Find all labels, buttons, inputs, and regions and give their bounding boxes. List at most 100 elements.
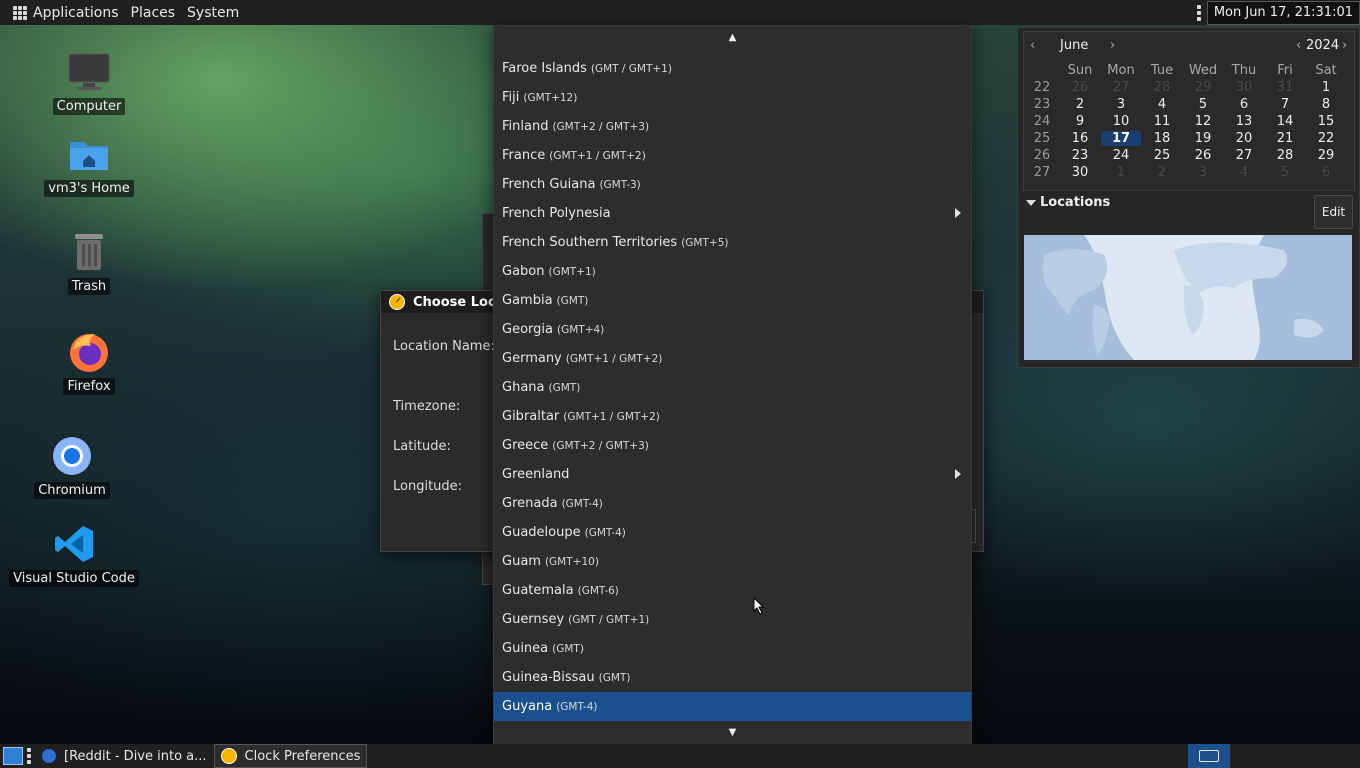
country-option[interactable]: Guam (GMT+10) bbox=[494, 547, 971, 576]
desktop-icon-home[interactable]: vm3's Home bbox=[34, 130, 144, 197]
calendar-day[interactable]: 13 bbox=[1224, 114, 1264, 129]
country-option[interactable]: Greece (GMT+2 / GMT+3) bbox=[494, 431, 971, 460]
submenu-arrow-icon bbox=[955, 208, 961, 218]
calendar-day[interactable]: 30 bbox=[1224, 80, 1264, 95]
scroll-down-arrow-icon[interactable]: ▼ bbox=[494, 720, 971, 744]
calendar-day[interactable]: 1 bbox=[1306, 80, 1346, 95]
calendar-day[interactable]: 15 bbox=[1306, 114, 1346, 129]
world-map bbox=[1024, 235, 1352, 360]
desktop-icon-vscode[interactable]: Visual Studio Code bbox=[9, 520, 139, 587]
workspace-switcher[interactable] bbox=[1188, 744, 1230, 768]
calendar-day[interactable]: 8 bbox=[1306, 97, 1346, 112]
calendar-day[interactable]: 28 bbox=[1265, 148, 1305, 163]
country-option[interactable]: Gambia (GMT) bbox=[494, 286, 971, 315]
top-panel: Applications Places System Mon Jun 17, 2… bbox=[0, 0, 1360, 25]
country-option[interactable]: Guyana (GMT-4) bbox=[494, 692, 971, 721]
calendar-day[interactable]: 17 bbox=[1101, 131, 1141, 146]
calendar-day[interactable]: 4 bbox=[1142, 97, 1182, 112]
calendar-day[interactable]: 3 bbox=[1101, 97, 1141, 112]
taskbar-item-clock-preferences[interactable]: Clock Preferences bbox=[213, 744, 368, 768]
calendar-day[interactable]: 27 bbox=[1224, 148, 1264, 163]
country-option[interactable]: Guadeloupe (GMT-4) bbox=[494, 518, 971, 547]
calendar-day[interactable]: 16 bbox=[1060, 131, 1100, 146]
desktop-icon-firefox[interactable]: Firefox bbox=[34, 328, 144, 395]
country-option[interactable]: Ghana (GMT) bbox=[494, 373, 971, 402]
calendar-day[interactable]: 23 bbox=[1060, 148, 1100, 163]
country-option[interactable]: Faroe Islands (GMT / GMT+1) bbox=[494, 54, 971, 83]
country-option[interactable]: Fiji (GMT+12) bbox=[494, 83, 971, 112]
desktop-icon-trash[interactable]: Trash bbox=[34, 228, 144, 295]
edit-locations-button[interactable]: Edit bbox=[1314, 195, 1353, 229]
calendar-day[interactable]: 20 bbox=[1224, 131, 1264, 146]
country-option[interactable]: Grenada (GMT-4) bbox=[494, 489, 971, 518]
calendar-day[interactable]: 29 bbox=[1306, 148, 1346, 163]
country-option[interactable]: Guernsey (GMT / GMT+1) bbox=[494, 605, 971, 634]
desktop-icon-chromium[interactable]: Chromium bbox=[17, 432, 127, 499]
latitude-label: Latitude: bbox=[393, 439, 451, 454]
calendar-day[interactable]: 6 bbox=[1306, 165, 1346, 180]
calendar-day[interactable]: 1 bbox=[1101, 165, 1141, 180]
calendar-day[interactable]: 19 bbox=[1183, 131, 1223, 146]
calendar-day[interactable]: 12 bbox=[1183, 114, 1223, 129]
calendar-day[interactable]: 29 bbox=[1183, 80, 1223, 95]
panel-handle-icon[interactable] bbox=[1196, 4, 1201, 21]
country-option[interactable]: Gibraltar (GMT+1 / GMT+2) bbox=[494, 402, 971, 431]
calendar-day[interactable]: 28 bbox=[1142, 80, 1182, 95]
show-desktop-icon[interactable] bbox=[3, 747, 23, 765]
country-option[interactable]: French Southern Territories (GMT+5) bbox=[494, 228, 971, 257]
scroll-up-arrow-icon[interactable]: ▲ bbox=[494, 26, 971, 48]
country-option[interactable]: Georgia (GMT+4) bbox=[494, 315, 971, 344]
calendar-day[interactable]: 5 bbox=[1183, 97, 1223, 112]
system-menu[interactable]: System bbox=[181, 0, 245, 25]
calendar-day[interactable]: 26 bbox=[1183, 148, 1223, 163]
next-year-icon[interactable]: › bbox=[1342, 38, 1347, 53]
locations-expander[interactable]: Locations bbox=[1026, 195, 1110, 210]
country-option[interactable]: Gabon (GMT+1) bbox=[494, 257, 971, 286]
panel-handle-icon[interactable] bbox=[27, 748, 31, 764]
panel-clock[interactable]: Mon Jun 17, 21:31:01 bbox=[1206, 0, 1360, 25]
calendar-day[interactable]: 5 bbox=[1265, 165, 1305, 180]
calendar-day[interactable]: 22 bbox=[1306, 131, 1346, 146]
calendar-day[interactable]: 25 bbox=[1142, 148, 1182, 163]
country-option[interactable]: Greenland bbox=[494, 460, 971, 489]
country-option[interactable]: French Guiana (GMT-3) bbox=[494, 170, 971, 199]
locations-title: Locations bbox=[1040, 195, 1111, 210]
country-option[interactable]: Germany (GMT+1 / GMT+2) bbox=[494, 344, 971, 373]
calendar-day[interactable]: 3 bbox=[1183, 165, 1223, 180]
applications-menu[interactable]: Applications bbox=[0, 0, 125, 25]
next-month-icon[interactable]: › bbox=[1110, 38, 1115, 53]
places-menu[interactable]: Places bbox=[125, 0, 182, 25]
prev-year-icon[interactable]: ‹ bbox=[1296, 38, 1301, 53]
mouse-cursor-icon bbox=[753, 597, 765, 615]
calendar-day[interactable]: 11 bbox=[1142, 114, 1182, 129]
calendar-day[interactable]: 6 bbox=[1224, 97, 1264, 112]
country-option[interactable]: French Polynesia bbox=[494, 199, 971, 228]
calendar-day[interactable]: 2 bbox=[1060, 97, 1100, 112]
calendar-day[interactable]: 4 bbox=[1224, 165, 1264, 180]
calendar-day[interactable]: 18 bbox=[1142, 131, 1182, 146]
taskbar-item-reddit[interactable]: [Reddit - Dive into a... bbox=[35, 744, 214, 768]
bottom-panel: [Reddit - Dive into a... Clock Preferenc… bbox=[0, 744, 1360, 768]
calendar-day[interactable]: 7 bbox=[1265, 97, 1305, 112]
calendar-day[interactable]: 10 bbox=[1101, 114, 1141, 129]
country-option[interactable]: Guatemala (GMT-6) bbox=[494, 576, 971, 605]
calendar-day[interactable]: 21 bbox=[1265, 131, 1305, 146]
country-option[interactable]: Guinea-Bissau (GMT) bbox=[494, 663, 971, 692]
desktop-icon-computer[interactable]: Computer bbox=[34, 48, 144, 115]
country-name: Guyana bbox=[502, 699, 553, 714]
calendar-day[interactable]: 24 bbox=[1101, 148, 1141, 163]
prev-month-icon[interactable]: ‹ bbox=[1030, 38, 1035, 53]
calendar-day[interactable]: 2 bbox=[1142, 165, 1182, 180]
calendar-day[interactable]: 14 bbox=[1265, 114, 1305, 129]
calendar-day[interactable]: 31 bbox=[1265, 80, 1305, 95]
country-option[interactable]: Guinea (GMT) bbox=[494, 634, 971, 663]
calendar-day[interactable]: 27 bbox=[1101, 80, 1141, 95]
calendar-day[interactable]: 30 bbox=[1060, 165, 1100, 180]
country-option[interactable]: France (GMT+1 / GMT+2) bbox=[494, 141, 971, 170]
country-dropdown-list[interactable]: ▲ Faroe Islands (GMT / GMT+1) Fiji (GMT+12)… bbox=[493, 25, 972, 745]
calendar-day[interactable]: 26 bbox=[1060, 80, 1100, 95]
country-name: Guam bbox=[502, 554, 541, 569]
desktop-icon-label: Firefox bbox=[63, 378, 115, 395]
calendar-day[interactable]: 9 bbox=[1060, 114, 1100, 129]
country-option[interactable]: Finland (GMT+2 / GMT+3) bbox=[494, 112, 971, 141]
